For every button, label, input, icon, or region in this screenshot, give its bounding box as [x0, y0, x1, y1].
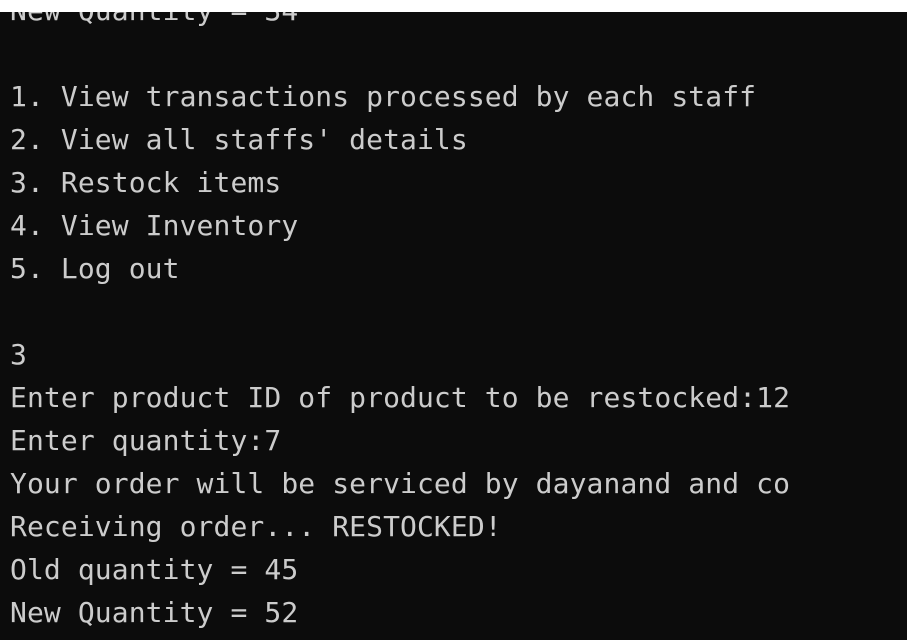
- console-line-blank: [10, 290, 790, 333]
- console-line-blank: [10, 32, 790, 75]
- old-quantity-output: Old quantity = 45: [10, 553, 299, 586]
- console-output: New Quantity = 34 1. View transactions p…: [10, 12, 790, 634]
- menu-option-log-out: 5. Log out: [10, 252, 180, 285]
- prompt-quantity: Enter quantity:7: [10, 424, 282, 457]
- console-window[interactable]: New Quantity = 34 1. View transactions p…: [0, 12, 907, 640]
- new-quantity-output: New Quantity = 52: [10, 596, 299, 629]
- menu-option-restock-items: 3. Restock items: [10, 166, 282, 199]
- screenshot-frame: New Quantity = 34 1. View transactions p…: [0, 0, 907, 640]
- menu-option-view-staff-details: 2. View all staffs' details: [10, 123, 468, 156]
- restock-status-message: Receiving order... RESTOCKED!: [10, 510, 502, 543]
- menu-option-view-transactions: 1. View transactions processed by each s…: [10, 80, 757, 113]
- order-service-message: Your order will be serviced by dayanand …: [10, 467, 791, 500]
- prompt-product-id: Enter product ID of product to be restoc…: [10, 381, 791, 414]
- console-line-previous-new-quantity: New Quantity = 34: [10, 12, 790, 32]
- menu-option-view-inventory: 4. View Inventory: [10, 209, 299, 242]
- user-input-menu-choice: 3: [10, 338, 27, 371]
